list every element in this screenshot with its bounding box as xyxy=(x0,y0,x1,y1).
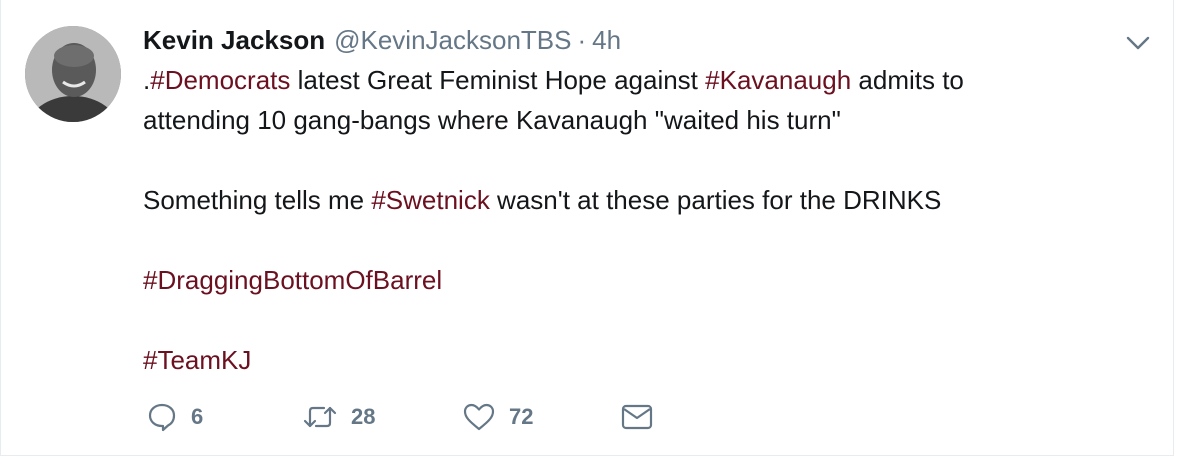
tweet-timestamp[interactable]: 4h xyxy=(592,22,621,58)
avatar[interactable] xyxy=(25,26,121,122)
retweet-icon xyxy=(303,406,337,428)
reply-button[interactable]: 6 xyxy=(147,402,303,432)
tweet-header: Kevin Jackson @KevinJacksonTBS · 4h xyxy=(143,22,621,58)
hashtag-link[interactable]: #Democrats xyxy=(150,65,290,95)
tweet-line-5: #TeamKJ xyxy=(143,340,1103,380)
header-separator: · xyxy=(577,25,587,55)
retweet-button[interactable]: 28 xyxy=(303,402,463,432)
envelope-icon xyxy=(621,404,653,430)
like-count: 72 xyxy=(509,404,534,429)
tweet-line-2: attending 10 gang-bangs where Kavanaugh … xyxy=(143,105,841,135)
retweet-count: 28 xyxy=(351,404,376,429)
heart-icon xyxy=(463,403,495,431)
hashtag-link[interactable]: #Swetnick xyxy=(371,185,490,215)
tweet-text: .#Democrats latest Great Feminist Hope a… xyxy=(143,60,1103,380)
tweet-line-3: Something tells me #Swetnick wasn't at t… xyxy=(143,185,942,215)
chevron-down-icon xyxy=(1126,36,1150,50)
tweet-line-1: .#Democrats latest Great Feminist Hope a… xyxy=(143,65,964,95)
reply-count: 6 xyxy=(191,404,204,429)
tweet-actions: 6 28 72 xyxy=(147,402,653,432)
hashtag-link[interactable]: #Kavanaugh xyxy=(705,65,851,95)
author-handle[interactable]: @KevinJacksonTBS xyxy=(334,22,571,58)
hashtag-link[interactable]: #DraggingBottomOfBarrel xyxy=(143,265,442,295)
like-button[interactable]: 72 xyxy=(463,402,621,432)
direct-message-button[interactable] xyxy=(621,403,653,431)
reply-icon xyxy=(148,403,176,432)
hashtag-link[interactable]: #TeamKJ xyxy=(143,345,251,375)
tweet-card[interactable]: Kevin Jackson @KevinJacksonTBS · 4h .#De… xyxy=(0,0,1174,456)
more-options-button[interactable] xyxy=(1125,34,1151,52)
author-name[interactable]: Kevin Jackson xyxy=(143,22,325,58)
avatar-image xyxy=(25,26,121,122)
tweet-line-4: #DraggingBottomOfBarrel xyxy=(143,260,1103,300)
